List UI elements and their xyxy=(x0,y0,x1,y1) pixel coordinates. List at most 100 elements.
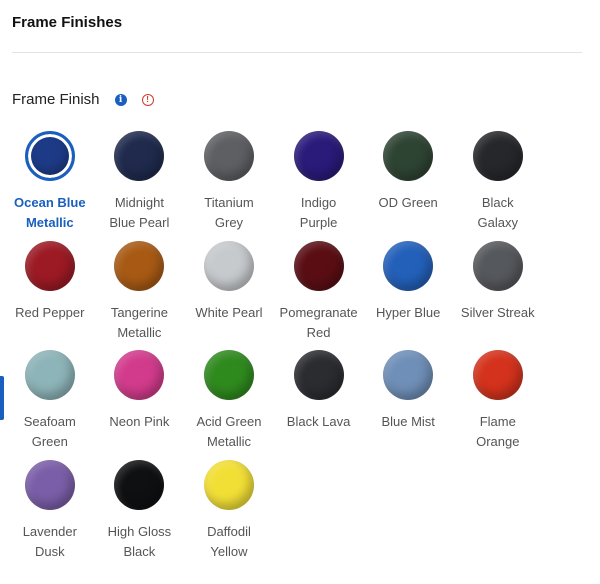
finish-label: Neon Pink xyxy=(96,412,182,432)
finish-option[interactable]: Pomegranate Red xyxy=(274,240,364,351)
finish-label-line1: Pomegranate xyxy=(279,304,358,320)
finish-label: Silver Streak xyxy=(455,303,541,323)
finish-option[interactable]: Titanium Grey xyxy=(184,131,274,241)
finish-label: Black Lava xyxy=(276,412,362,432)
frame-finish-label: Frame Finish xyxy=(12,91,100,108)
finish-label: Pomegranate Red xyxy=(276,303,362,343)
color-swatch[interactable] xyxy=(383,131,434,181)
finish-label: Blue Mist xyxy=(365,412,451,432)
finish-label-line2: Green xyxy=(31,434,68,449)
frame-finish-field-row: Frame Finish i ! xyxy=(12,91,154,108)
finish-swatch-grid: Ocean Blue Metallic Midnight Blue Pearl Tita… xyxy=(5,131,543,569)
finish-label-line1: Blue Mist xyxy=(381,414,435,429)
finish-option[interactable]: Red Pepper xyxy=(5,240,95,351)
finish-label-line1: Midnight xyxy=(114,195,164,210)
finish-label-line2: Orange xyxy=(476,434,520,449)
finish-label: Flame Orange xyxy=(455,412,541,452)
finish-label: OD Green xyxy=(365,193,451,213)
finish-label-line2: Grey xyxy=(214,215,244,230)
color-swatch[interactable] xyxy=(114,240,165,291)
color-swatch[interactable] xyxy=(24,240,75,291)
finish-label-line1: High Gloss xyxy=(107,523,172,539)
finish-option[interactable]: Midnight Blue Pearl xyxy=(95,131,185,241)
color-swatch[interactable] xyxy=(293,350,344,400)
finish-label-line1: Black xyxy=(481,195,514,210)
finish-label: Lavender Dusk xyxy=(7,522,93,562)
color-swatch[interactable] xyxy=(472,240,523,291)
side-tab-indicator[interactable] xyxy=(0,376,4,420)
color-swatch[interactable] xyxy=(293,131,344,181)
finish-option[interactable]: Seafoam Green xyxy=(5,350,95,460)
finish-option[interactable]: Hyper Blue xyxy=(363,240,453,351)
finish-label: Indigo Purple xyxy=(276,193,362,233)
divider xyxy=(12,52,582,53)
section-title: Frame Finishes xyxy=(12,14,123,31)
finish-option[interactable]: Tangerine Metallic xyxy=(95,240,185,351)
finish-option[interactable]: Flame Orange xyxy=(453,350,543,460)
finish-label-line1: Tangerine xyxy=(110,304,168,320)
color-swatch[interactable] xyxy=(203,459,254,510)
finish-option[interactable]: Lavender Dusk xyxy=(5,459,95,570)
finish-label: White Pearl xyxy=(186,303,272,323)
alert-icon[interactable]: ! xyxy=(141,93,154,106)
finish-label-line2: Metallic xyxy=(206,434,252,449)
finish-label-line1: Red Pepper xyxy=(15,304,85,320)
finish-option[interactable]: High Gloss Black xyxy=(95,459,185,570)
info-icon[interactable]: i xyxy=(114,93,127,106)
finish-option[interactable]: White Pearl xyxy=(184,240,274,351)
color-swatch[interactable] xyxy=(472,131,523,181)
finish-label: Black Galaxy xyxy=(455,193,541,233)
finish-label-line2: Dusk xyxy=(34,543,65,559)
finish-label: Titanium Grey xyxy=(186,193,272,233)
color-swatch[interactable] xyxy=(383,240,434,291)
finish-label-line1: Titanium xyxy=(204,195,254,210)
color-swatch[interactable] xyxy=(114,350,165,400)
finish-option[interactable]: Ocean Blue Metallic xyxy=(5,131,95,241)
color-swatch[interactable] xyxy=(203,131,254,181)
color-swatch[interactable] xyxy=(24,350,75,400)
color-swatch[interactable] xyxy=(203,350,254,400)
finish-option[interactable]: Blue Mist xyxy=(363,350,453,460)
finish-label: Ocean Blue Metallic xyxy=(7,193,93,233)
finish-label-line1: Daffodil xyxy=(207,523,251,539)
finish-label: Hyper Blue xyxy=(365,303,451,323)
finish-label-line2: Metallic xyxy=(117,324,162,340)
finish-label-line2: Galaxy xyxy=(477,215,518,230)
color-swatch[interactable] xyxy=(293,240,344,291)
finish-option[interactable]: Daffodil Yellow xyxy=(184,459,274,570)
finish-label-line2: Purple xyxy=(299,215,338,230)
finish-label-line2: Black xyxy=(123,543,156,559)
color-swatch[interactable] xyxy=(114,131,165,181)
finish-label-line1: White Pearl xyxy=(195,304,263,320)
finish-option[interactable]: Black Lava xyxy=(274,350,364,460)
finish-label-line1: Indigo xyxy=(300,195,337,210)
finish-label-line1: Black Lava xyxy=(286,414,351,429)
color-swatch[interactable] xyxy=(472,350,523,400)
color-swatch[interactable] xyxy=(24,459,75,510)
finish-label: Red Pepper xyxy=(7,303,93,323)
finish-label-line2: Red xyxy=(306,324,331,340)
finish-option[interactable]: OD Green xyxy=(363,131,453,241)
finish-label: Tangerine Metallic xyxy=(96,303,182,343)
finish-label-line1: Flame xyxy=(479,414,516,429)
finish-label-line1: Acid Green xyxy=(196,414,262,429)
finish-option[interactable]: Neon Pink xyxy=(95,350,185,460)
finish-label: Acid Green Metallic xyxy=(186,412,272,452)
finish-label-line1: Seafoam xyxy=(23,414,76,429)
finish-label: Midnight Blue Pearl xyxy=(96,193,182,233)
finish-label-line2: Metallic xyxy=(25,215,74,230)
color-swatch[interactable] xyxy=(114,459,165,510)
finish-option[interactable]: Black Galaxy xyxy=(453,131,543,241)
finish-label: Daffodil Yellow xyxy=(186,522,272,562)
finish-label-line2: Yellow xyxy=(210,543,248,559)
color-swatch[interactable] xyxy=(24,131,75,181)
color-swatch[interactable] xyxy=(203,240,254,291)
finish-label-line1: OD Green xyxy=(378,195,438,210)
color-swatch[interactable] xyxy=(383,350,434,400)
finish-option[interactable]: Acid Green Metallic xyxy=(184,350,274,460)
finish-option[interactable]: Silver Streak xyxy=(453,240,543,351)
finish-label-line1: Silver Streak xyxy=(460,304,535,320)
finish-option[interactable]: Indigo Purple xyxy=(274,131,364,241)
finish-label: Seafoam Green xyxy=(7,412,93,452)
finish-label-line1: Hyper Blue xyxy=(376,304,441,320)
